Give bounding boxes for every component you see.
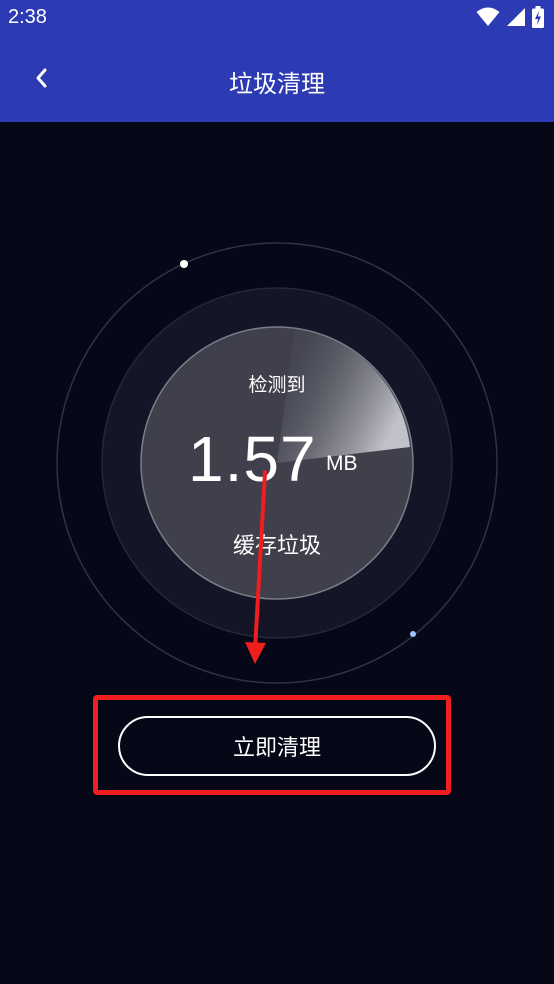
status-time: 2:38 [8, 6, 47, 28]
app-bar: 垃圾清理 [0, 38, 554, 122]
main-content: 检测到 1.57 MB 缓存垃圾 立即清理 [0, 122, 554, 984]
battery-icon [532, 6, 544, 32]
junk-size-value: 1.57 [188, 423, 317, 495]
orbit-dot [180, 260, 188, 268]
wifi-icon [476, 7, 500, 31]
status-bar: 2:38 [0, 0, 554, 38]
status-icons [476, 6, 544, 32]
page-title: 垃圾清理 [229, 70, 325, 98]
cache-junk-label: 缓存垃圾 [232, 534, 321, 559]
signal-icon [506, 7, 526, 31]
orbit-dot [410, 631, 416, 637]
clean-now-button[interactable]: 立即清理 [118, 716, 436, 776]
junk-size-unit: MB [326, 452, 358, 475]
detected-label: 检测到 [248, 374, 306, 396]
